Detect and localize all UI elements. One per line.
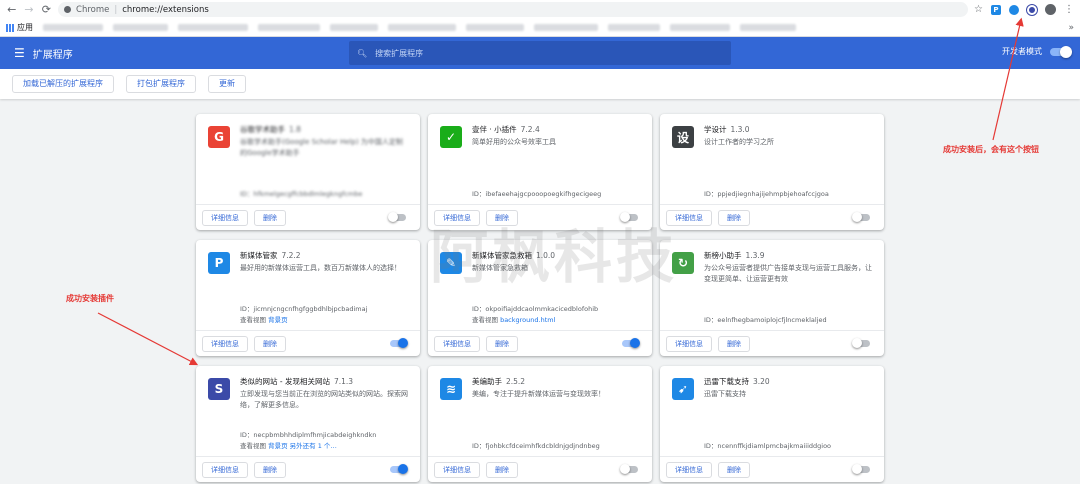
arrow-to-toolbar-icon [992,17,1024,141]
arrow-to-plugin-card [97,312,199,366]
annotation-arrows [97,17,1024,366]
